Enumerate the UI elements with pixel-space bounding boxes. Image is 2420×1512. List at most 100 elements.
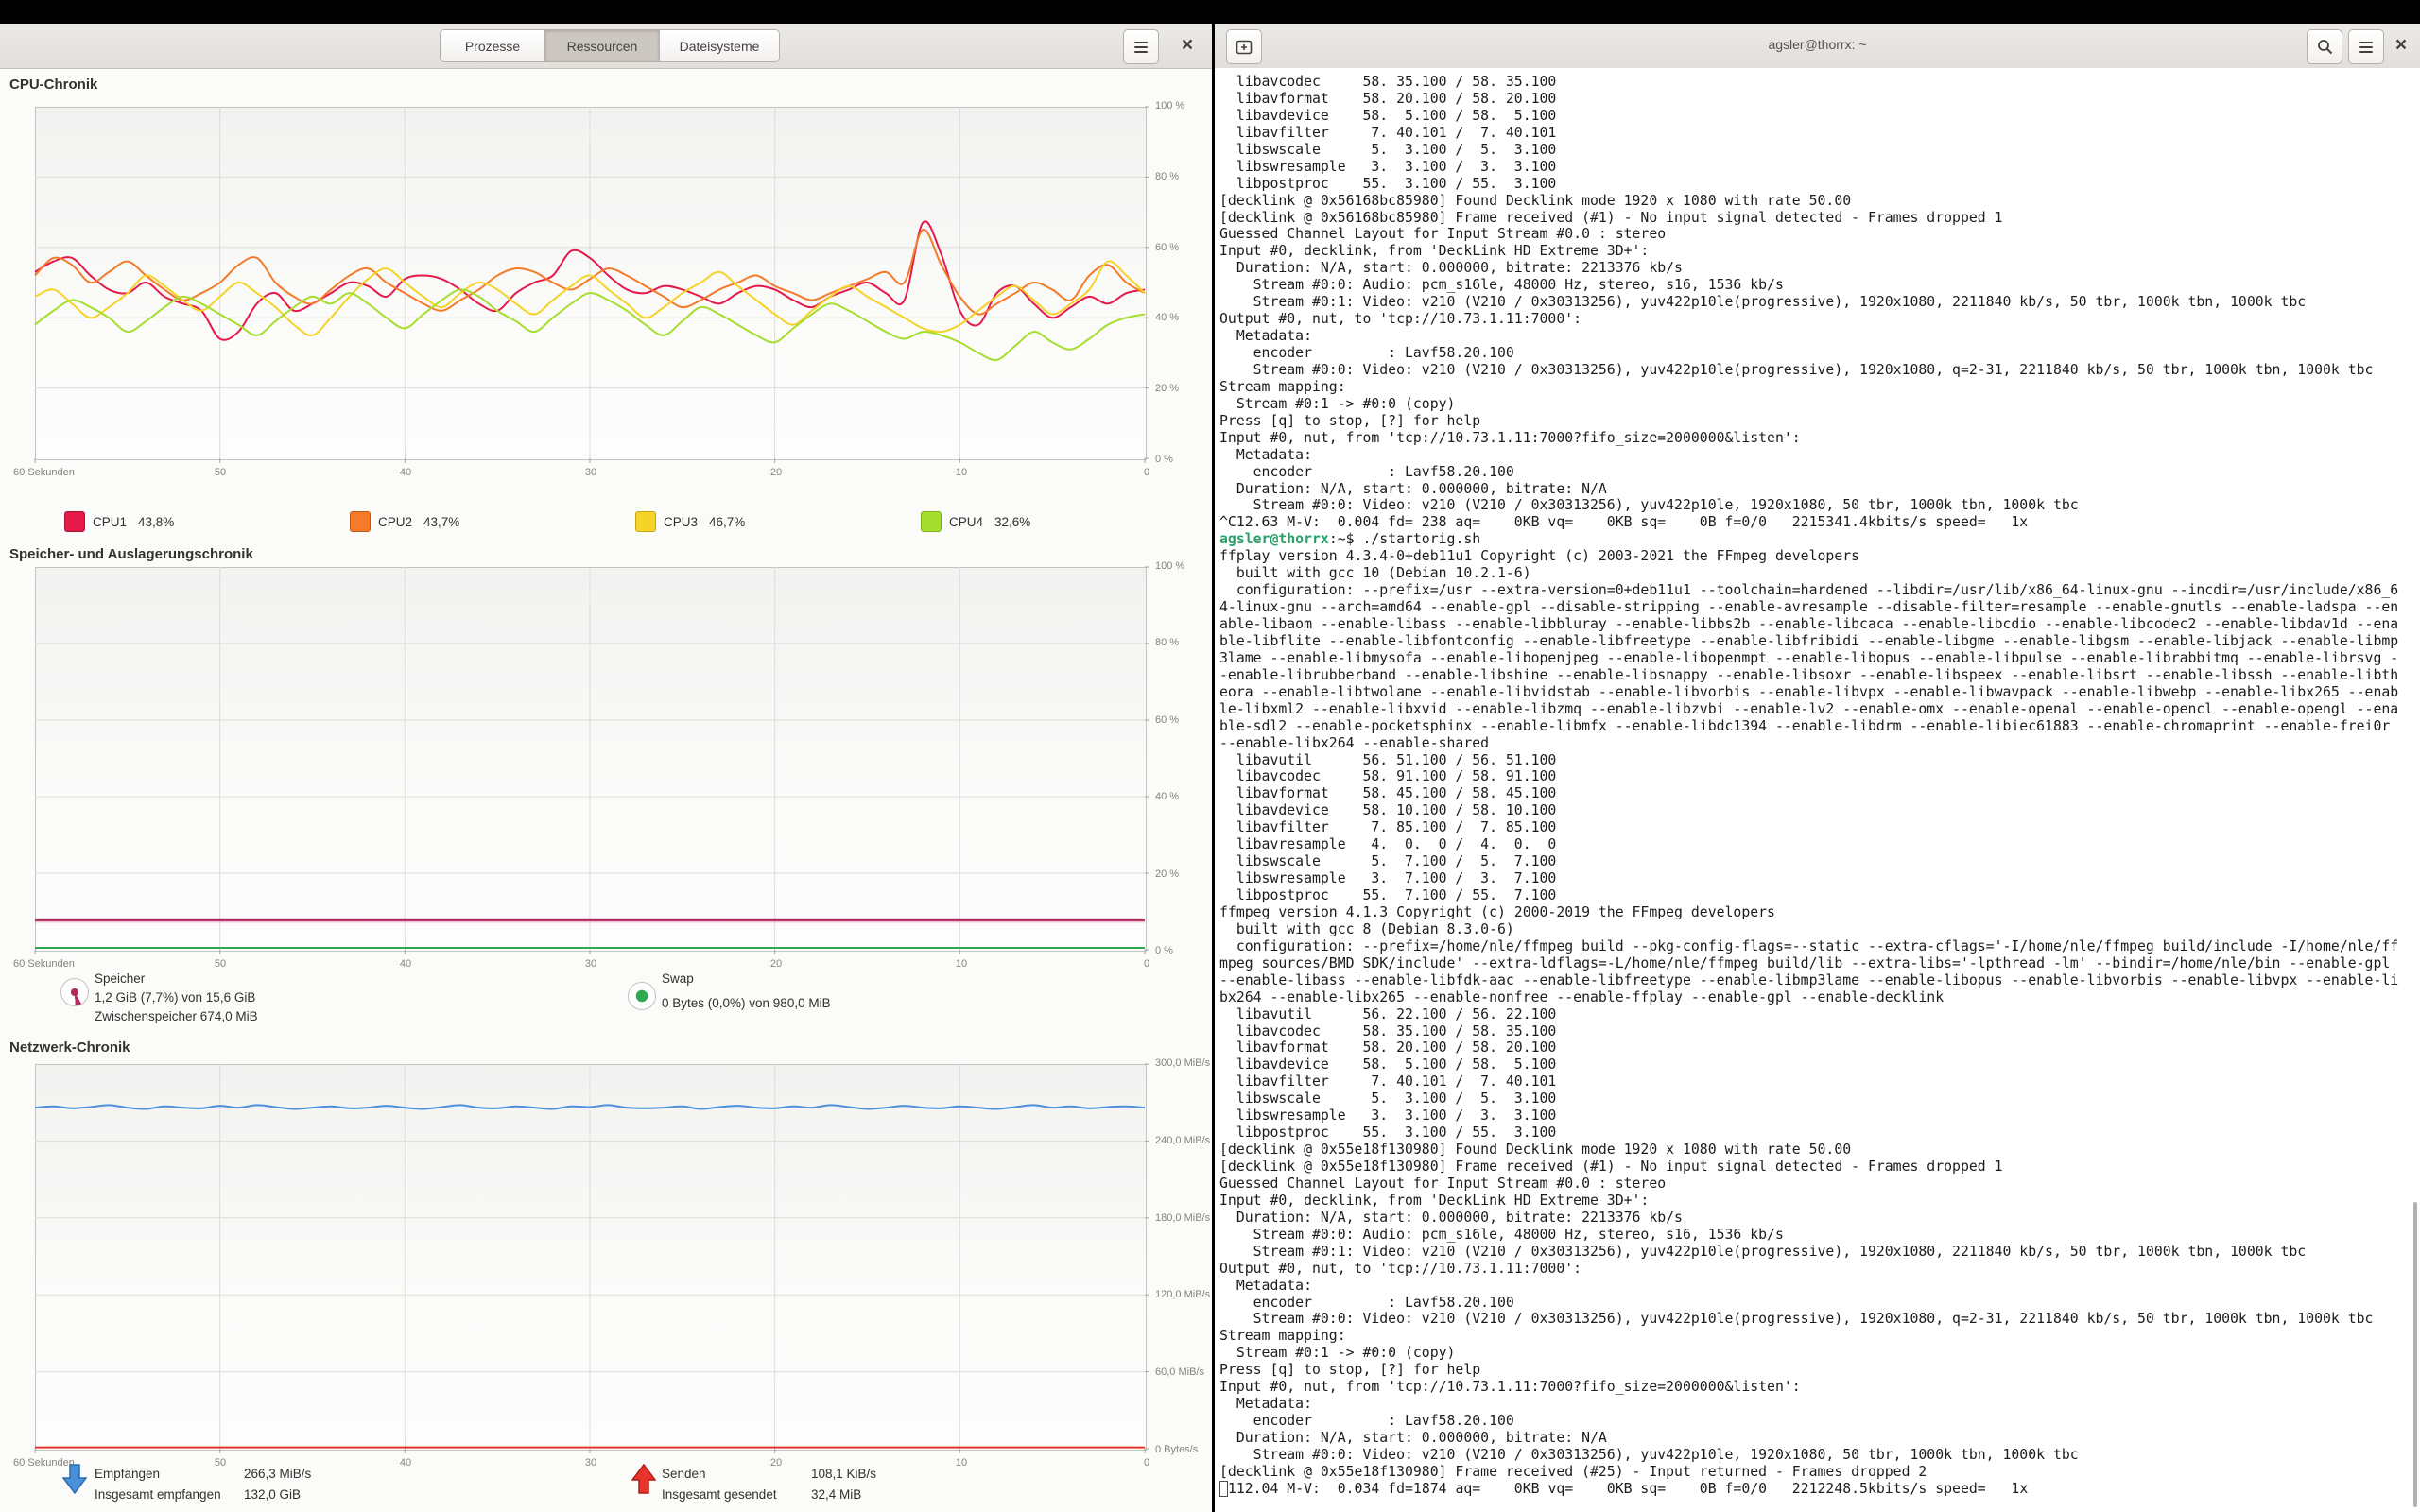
terminal-titlebar[interactable]: agsler@thorrx: ~ × bbox=[1215, 24, 2420, 69]
net-x-label: 50 bbox=[215, 1457, 226, 1469]
terminal-line: libswscale 5. 7.100 / 5. 7.100 bbox=[1219, 853, 2414, 870]
terminal-line: configuration: --prefix=/usr --extra-ver… bbox=[1219, 582, 2414, 599]
net-x-label: 40 bbox=[400, 1457, 411, 1469]
terminal-line: [decklink @ 0x55e18f130980] Frame receiv… bbox=[1219, 1464, 2414, 1481]
monitor-titlebar[interactable]: ProzesseRessourcenDateisysteme × bbox=[0, 24, 1212, 69]
terminal-menu-button[interactable] bbox=[2348, 29, 2384, 64]
cpu-legend-item-cpu1[interactable]: CPU1 43,8% bbox=[64, 511, 174, 532]
terminal-line: libswresample 3. 3.100 / 3. 3.100 bbox=[1219, 159, 2414, 176]
terminal-line: Input #0, nut, from 'tcp://10.73.1.11:70… bbox=[1219, 430, 2414, 447]
memory-section-title: Speicher- und Auslagerungschronik bbox=[9, 546, 253, 562]
net-y-label: 300,0 MiB/s bbox=[1155, 1057, 1210, 1069]
cpu-x-label: 50 bbox=[215, 467, 226, 478]
terminal-search-button[interactable] bbox=[2307, 29, 2342, 64]
terminal-line: Stream #0:0: Video: v210 (V210 / 0x30313… bbox=[1219, 1447, 2414, 1464]
net-y-label: 240,0 MiB/s bbox=[1155, 1135, 1210, 1146]
download-arrow-icon bbox=[62, 1464, 87, 1499]
terminal-line: ^C12.63 M-V: 0.004 fd= 238 aq= 0KB vq= 0… bbox=[1219, 514, 2414, 531]
net-x-label: 10 bbox=[956, 1457, 967, 1469]
cpu-y-label: 40 % bbox=[1155, 312, 1179, 323]
mem-x-label: 50 bbox=[215, 958, 226, 970]
terminal-line: libavcodec 58. 35.100 / 58. 35.100 bbox=[1219, 74, 2414, 91]
network-receive-label: Empfangen bbox=[95, 1467, 160, 1481]
terminal-line: ffmpeg version 4.1.3 Copyright (c) 2000-… bbox=[1219, 904, 2414, 921]
network-receive-total: 132,0 GiB bbox=[244, 1487, 301, 1502]
terminal-line: 4-linux-gnu --arch=amd64 --enable-gpl --… bbox=[1219, 599, 2414, 616]
terminal-output[interactable]: libavcodec 58. 35.100 / 58. 35.100 libav… bbox=[1215, 68, 2420, 1512]
terminal-line: Stream mapping: bbox=[1219, 379, 2414, 396]
terminal-scrollbar[interactable] bbox=[2413, 1202, 2417, 1507]
terminal-line: ffplay version 4.3.4-0+deb11u1 Copyright… bbox=[1219, 548, 2414, 565]
network-send-rate: 108,1 KiB/s bbox=[811, 1467, 876, 1481]
terminal-line: Output #0, nut, to 'tcp://10.73.1.11:700… bbox=[1219, 1261, 2414, 1278]
cpu-y-label: 60 % bbox=[1155, 242, 1179, 253]
terminal-line: bx264 --enable-libx265 --enable-nonfree … bbox=[1219, 989, 2414, 1006]
network-section-title: Netzwerk-Chronik bbox=[9, 1040, 130, 1056]
terminal-line: libavformat 58. 45.100 / 58. 45.100 bbox=[1219, 785, 2414, 802]
terminal-line: Input #0, decklink, from 'DeckLink HD Ex… bbox=[1219, 243, 2414, 260]
network-history-chart bbox=[35, 1064, 1147, 1451]
tab-ressourcen[interactable]: Ressourcen bbox=[545, 29, 660, 62]
cpu-y-label: 0 % bbox=[1155, 454, 1173, 465]
cpu-color-swatch bbox=[64, 511, 85, 532]
cpu-x-label: 40 bbox=[400, 467, 411, 478]
mem-x-label: 60 Sekunden bbox=[13, 958, 75, 970]
terminal-line: libavcodec 58. 35.100 / 58. 35.100 bbox=[1219, 1023, 2414, 1040]
cpu-legend-item-cpu4[interactable]: CPU432,6% bbox=[921, 511, 1030, 532]
terminal-line: encoder : Lavf58.20.100 bbox=[1219, 345, 2414, 362]
mem-x-label: 40 bbox=[400, 958, 411, 970]
terminal-line: le-libxml2 --enable-libxvid --enable-lib… bbox=[1219, 701, 2414, 718]
terminal-line: libavdevice 58. 5.100 / 58. 5.100 bbox=[1219, 108, 2414, 125]
mem-x-label: 20 bbox=[770, 958, 782, 970]
terminal-line: encoder : Lavf58.20.100 bbox=[1219, 1295, 2414, 1312]
terminal-close-button[interactable]: × bbox=[2390, 35, 2412, 58]
terminal-line: Duration: N/A, start: 0.000000, bitrate:… bbox=[1219, 1210, 2414, 1227]
monitor-menu-button[interactable] bbox=[1123, 29, 1159, 64]
terminal-line: libpostproc 55. 3.100 / 55. 3.100 bbox=[1219, 176, 2414, 193]
cpu-legend-item-cpu3[interactable]: CPU346,7% bbox=[635, 511, 745, 532]
cpu-y-label: 100 % bbox=[1155, 100, 1184, 112]
terminal-line: Stream #0:1 -> #0:0 (copy) bbox=[1219, 1345, 2414, 1362]
monitor-close-button[interactable]: × bbox=[1176, 35, 1199, 58]
terminal-line: libavutil 56. 22.100 / 56. 22.100 bbox=[1219, 1006, 2414, 1023]
cpu-legend-name: CPU1 bbox=[93, 515, 127, 529]
terminal-line: libavdevice 58. 5.100 / 58. 5.100 bbox=[1219, 1057, 2414, 1074]
terminal-line: 112.04 M-V: 0.034 fd=1874 aq= 0KB vq= 0K… bbox=[1219, 1481, 2414, 1498]
tab-prozesse[interactable]: Prozesse bbox=[440, 29, 545, 62]
terminal-line: Metadata: bbox=[1219, 447, 2414, 464]
network-send-total-label: Insgesamt gesendet bbox=[662, 1487, 777, 1502]
terminal-line: eora --enable-libtwolame --enable-libvid… bbox=[1219, 684, 2414, 701]
tab-dateisysteme[interactable]: Dateisysteme bbox=[660, 29, 780, 62]
terminal-line: --enable-libx264 --enable-shared bbox=[1219, 735, 2414, 752]
terminal-line: Stream #0:0: Video: v210 (V210 / 0x30313… bbox=[1219, 362, 2414, 379]
terminal-line: Stream #0:1: Video: v210 (V210 / 0x30313… bbox=[1219, 1244, 2414, 1261]
terminal-line: Output #0, nut, to 'tcp://10.73.1.11:700… bbox=[1219, 311, 2414, 328]
terminal-line: Input #0, nut, from 'tcp://10.73.1.11:70… bbox=[1219, 1379, 2414, 1396]
cpu-legend-value: 43,8% bbox=[138, 515, 174, 529]
swap-legend-usage: 0 Bytes (0,0%) von 980,0 MiB bbox=[662, 996, 831, 1010]
terminal-line: [decklink @ 0x55e18f130980] Frame receiv… bbox=[1219, 1159, 2414, 1176]
terminal-line: libavformat 58. 20.100 / 58. 20.100 bbox=[1219, 1040, 2414, 1057]
terminal-line: libavfilter 7. 85.100 / 7. 85.100 bbox=[1219, 819, 2414, 836]
terminal-line: Duration: N/A, start: 0.000000, bitrate:… bbox=[1219, 481, 2414, 498]
terminal-line: Metadata: bbox=[1219, 328, 2414, 345]
terminal-line: [decklink @ 0x56168bc85980] Found Deckli… bbox=[1219, 193, 2414, 210]
terminal-line: 3lame --enable-libmysofa --enable-libope… bbox=[1219, 650, 2414, 667]
search-icon bbox=[2317, 39, 2333, 55]
cpu-x-label: 20 bbox=[770, 467, 782, 478]
cpu-legend-name: CPU4 bbox=[949, 515, 983, 529]
mem-y-label: 60 % bbox=[1155, 714, 1179, 726]
system-monitor-window: ProzesseRessourcenDateisysteme × CPU-Chr… bbox=[0, 24, 1212, 1512]
terminal-prompt: agsler@thorrx bbox=[1219, 531, 1329, 547]
terminal-line: libavfilter 7. 40.101 / 7. 40.101 bbox=[1219, 125, 2414, 142]
terminal-line: libavfilter 7. 40.101 / 7. 40.101 bbox=[1219, 1074, 2414, 1091]
mem-y-label: 100 % bbox=[1155, 560, 1184, 572]
terminal-line: configuration: --prefix=/home/nle/ffmpeg… bbox=[1219, 938, 2414, 955]
terminal-line: Stream #0:0: Video: v210 (V210 / 0x30313… bbox=[1219, 497, 2414, 514]
terminal-line: Input #0, decklink, from 'DeckLink HD Ex… bbox=[1219, 1193, 2414, 1210]
terminal-line: Guessed Channel Layout for Input Stream … bbox=[1219, 226, 2414, 243]
net-x-label: 0 bbox=[1144, 1457, 1150, 1469]
terminal-line: ble-libflite --enable-libfontconfig --en… bbox=[1219, 633, 2414, 650]
terminal-line: libavresample 4. 0. 0 / 4. 0. 0 bbox=[1219, 836, 2414, 853]
cpu-legend-item-cpu2[interactable]: CPU243,7% bbox=[350, 511, 459, 532]
